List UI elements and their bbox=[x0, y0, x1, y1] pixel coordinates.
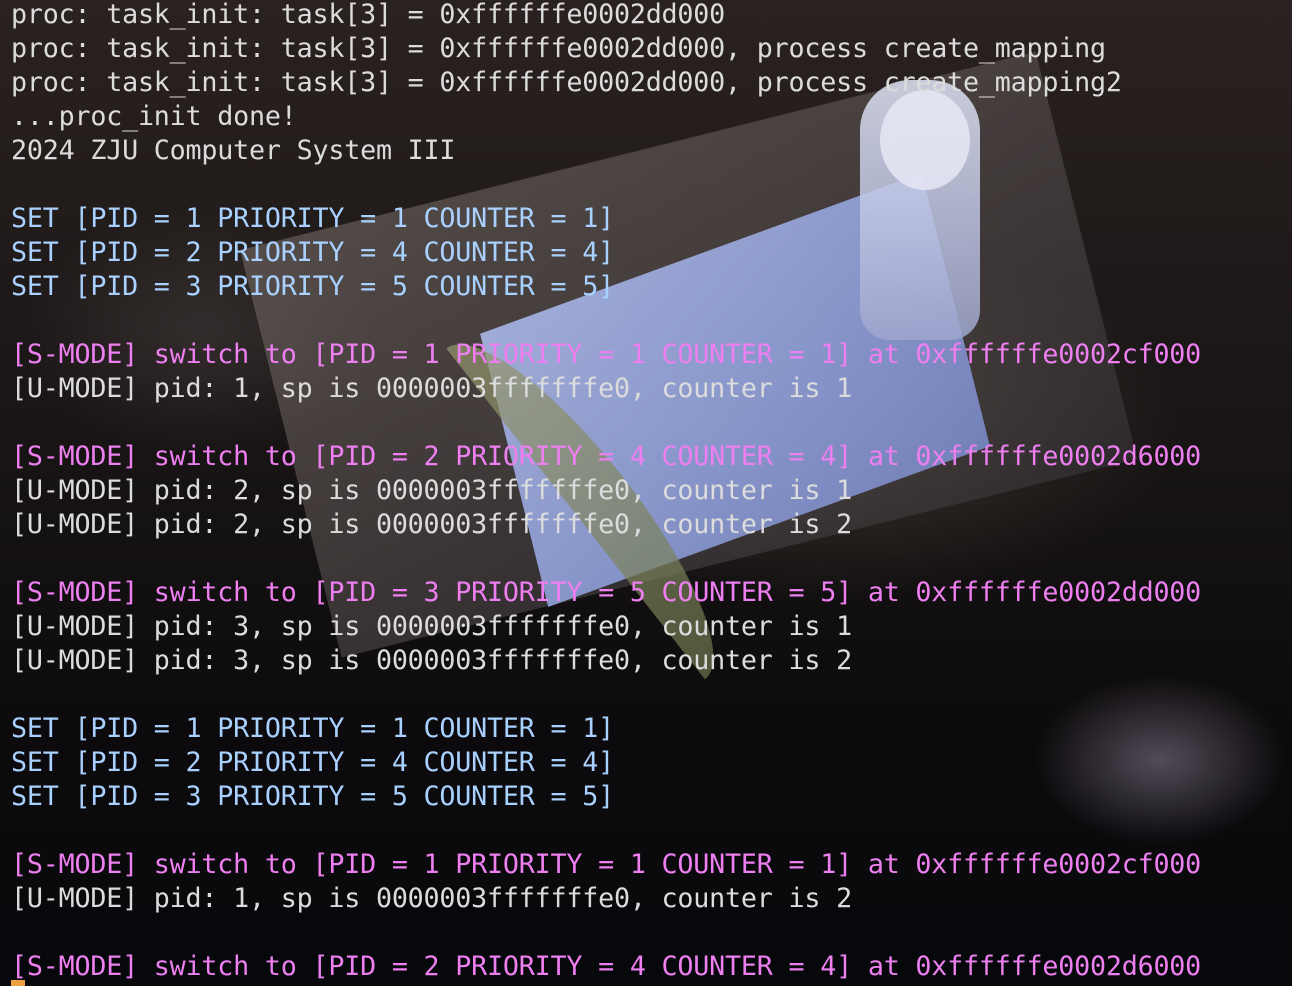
terminal-line: [U-MODE] pid: 3, sp is 0000003fffffffe0,… bbox=[11, 611, 852, 642]
terminal-line: proc: task_init: task[3] = 0xffffffe0002… bbox=[11, 67, 1122, 98]
terminal-line: SET [PID = 1 PRIORITY = 1 COUNTER = 1] bbox=[11, 713, 614, 744]
terminal-line: [S-MODE] switch to [PID = 3 PRIORITY = 5… bbox=[11, 577, 1202, 608]
terminal-line: [S-MODE] switch to [PID = 1 PRIORITY = 1… bbox=[11, 849, 1202, 880]
terminal-line: SET [PID = 2 PRIORITY = 4 COUNTER = 4] bbox=[11, 237, 614, 268]
terminal-line: [U-MODE] pid: 3, sp is 0000003fffffffe0,… bbox=[11, 645, 852, 676]
terminal-window[interactable]: proc: task_init: task[3] = 0xffffffe0002… bbox=[0, 0, 1292, 986]
terminal-line: [S-MODE] switch to [PID = 2 PRIORITY = 4… bbox=[11, 441, 1202, 472]
terminal-line: SET [PID = 3 PRIORITY = 5 COUNTER = 5] bbox=[11, 271, 614, 302]
terminal-cursor bbox=[11, 980, 25, 986]
terminal-line: SET [PID = 3 PRIORITY = 5 COUNTER = 5] bbox=[11, 781, 614, 812]
terminal-line: proc: task_init: task[3] = 0xffffffe0002… bbox=[11, 33, 1106, 64]
terminal-output[interactable]: proc: task_init: task[3] = 0xffffffe0002… bbox=[11, 0, 1201, 984]
terminal-line: [U-MODE] pid: 2, sp is 0000003fffffffe0,… bbox=[11, 509, 852, 540]
terminal-line: [U-MODE] pid: 2, sp is 0000003fffffffe0,… bbox=[11, 475, 852, 506]
terminal-line: [U-MODE] pid: 1, sp is 0000003fffffffe0,… bbox=[11, 883, 852, 914]
terminal-line: proc: task_init: task[3] = 0xffffffe0002… bbox=[11, 0, 726, 30]
terminal-line: [S-MODE] switch to [PID = 2 PRIORITY = 4… bbox=[11, 951, 1202, 982]
terminal-line: [U-MODE] pid: 1, sp is 0000003fffffffe0,… bbox=[11, 373, 852, 404]
terminal-line: 2024 ZJU Computer System III bbox=[11, 135, 456, 166]
terminal-line: ...proc_init done! bbox=[11, 101, 297, 132]
terminal-line: [S-MODE] switch to [PID = 1 PRIORITY = 1… bbox=[11, 339, 1202, 370]
terminal-line: SET [PID = 2 PRIORITY = 4 COUNTER = 4] bbox=[11, 747, 614, 778]
terminal-line: SET [PID = 1 PRIORITY = 1 COUNTER = 1] bbox=[11, 203, 614, 234]
